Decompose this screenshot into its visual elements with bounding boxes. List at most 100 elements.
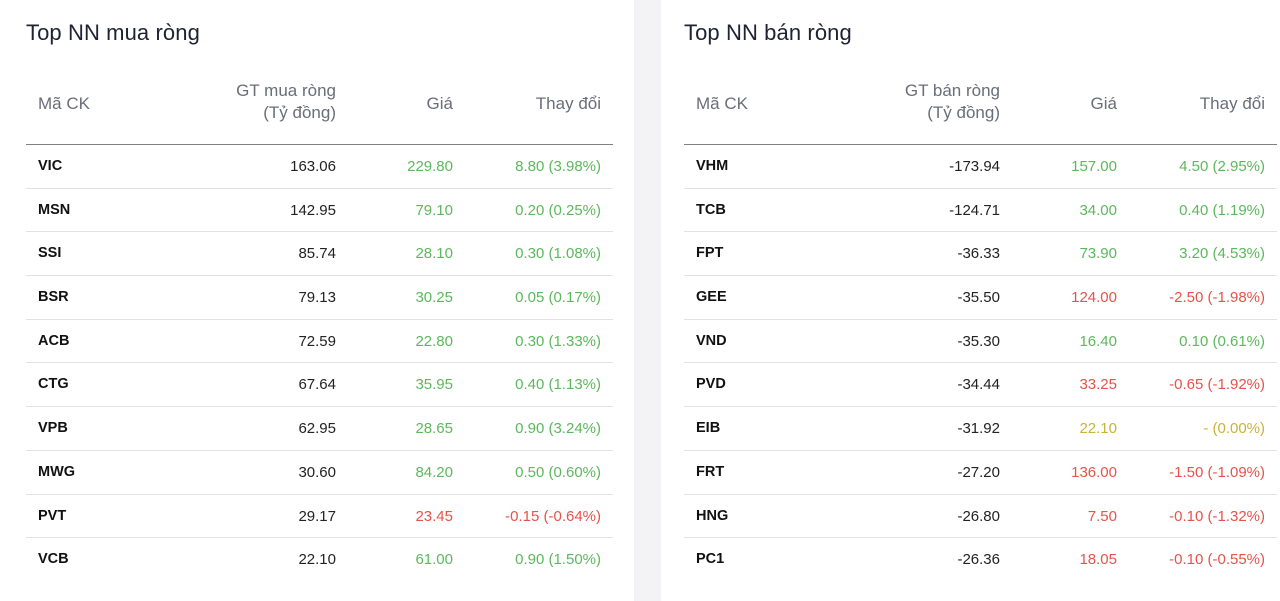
table-row[interactable]: FRT -27.20 136.00 -1.50 (-1.09%) (684, 451, 1277, 495)
price-change: 4.50 (2.95%) (1179, 158, 1265, 175)
stock-code[interactable]: FPT (696, 232, 723, 276)
table-header: Mã CK GT mua ròng (Tỷ đồng) Giá Thay đổi (26, 70, 613, 145)
stock-code[interactable]: MWG (38, 451, 75, 495)
net-value: 29.17 (298, 507, 336, 525)
net-buy-table: Mã CK GT mua ròng (Tỷ đồng) Giá Thay đổi… (26, 70, 613, 582)
net-value: -26.80 (957, 507, 1000, 525)
price-change: 0.50 (0.60%) (515, 463, 601, 481)
stock-code[interactable]: TCB (696, 189, 726, 233)
table-row[interactable]: PC1 -26.36 18.05 -0.10 (-0.55%) (684, 538, 1277, 582)
price: 33.25 (1079, 376, 1117, 394)
column-header-value: GT bán ròng (Tỷ đồng) (905, 80, 1000, 124)
price: 61.00 (415, 551, 453, 569)
price-change: -1.50 (-1.09%) (1169, 463, 1265, 481)
stock-code[interactable]: FRT (696, 451, 724, 495)
table-row[interactable]: SSI 85.74 28.10 0.30 (1.08%) (26, 232, 613, 277)
table-row[interactable]: VPB 62.95 28.65 0.90 (3.24%) (26, 407, 613, 451)
stock-code[interactable]: MSN (38, 189, 70, 233)
net-value: -173.94 (949, 158, 1000, 175)
price-change: 0.30 (1.08%) (515, 245, 601, 263)
net-value: -35.30 (957, 332, 1000, 350)
price: 34.00 (1079, 201, 1117, 219)
column-header-value-line2: (Tỷ đồng) (263, 103, 336, 122)
stock-code[interactable]: GEE (696, 276, 727, 320)
price-change: 0.30 (1.33%) (515, 332, 601, 350)
net-value: 62.95 (298, 420, 336, 438)
price-change: 0.20 (0.25%) (515, 201, 601, 219)
table-row[interactable]: HNG -26.80 7.50 -0.10 (-1.32%) (684, 495, 1277, 539)
price-change: 0.40 (1.13%) (515, 376, 601, 394)
price-change: 0.10 (0.61%) (1179, 332, 1265, 350)
stock-code[interactable]: CTG (38, 363, 69, 407)
price-change: 0.05 (0.17%) (515, 289, 601, 307)
table-row[interactable]: PVD -34.44 33.25 -0.65 (-1.92%) (684, 363, 1277, 408)
price: 79.10 (415, 201, 453, 219)
top-net-sell-panel: Top NN bán ròng Mã CK GT bán ròng (Tỷ đồ… (661, 0, 1280, 601)
top-net-buy-panel: Top NN mua ròng Mã CK GT mua ròng (Tỷ đồ… (0, 0, 634, 601)
column-header-value: GT mua ròng (Tỷ đồng) (236, 80, 336, 124)
stock-code[interactable]: SSI (38, 232, 61, 276)
table-row[interactable]: VCB 22.10 61.00 0.90 (1.50%) (26, 538, 613, 582)
column-header-change: Thay đổi (1199, 94, 1265, 113)
table-row[interactable]: VND -35.30 16.40 0.10 (0.61%) (684, 320, 1277, 364)
table-row[interactable]: ACB 72.59 22.80 0.30 (1.33%) (26, 320, 613, 364)
column-header-value-line2: (Tỷ đồng) (927, 103, 1000, 122)
table-row[interactable]: EIB -31.92 22.10 - (0.00%) (684, 407, 1277, 451)
stock-code[interactable]: VHM (696, 145, 728, 189)
price: 28.10 (415, 245, 453, 263)
net-value: 67.64 (298, 376, 336, 394)
table-row[interactable]: PVT 29.17 23.45 -0.15 (-0.64%) (26, 495, 613, 539)
net-value: 79.13 (298, 289, 336, 307)
table-row[interactable]: CTG 67.64 35.95 0.40 (1.13%) (26, 363, 613, 408)
stock-code[interactable]: PC1 (696, 538, 724, 582)
stock-code[interactable]: VND (696, 320, 727, 364)
price-change: 0.40 (1.19%) (1179, 201, 1265, 219)
stock-code[interactable]: EIB (696, 407, 720, 451)
table-row[interactable]: VIC 163.06 229.80 8.80 (3.98%) (26, 145, 613, 189)
price-change: 8.80 (3.98%) (515, 158, 601, 175)
price: 84.20 (415, 463, 453, 481)
price: 136.00 (1071, 463, 1117, 481)
stock-code[interactable]: BSR (38, 276, 69, 320)
stock-code[interactable]: HNG (696, 495, 728, 539)
panel-title: Top NN mua ròng (26, 20, 200, 45)
price: 73.90 (1079, 245, 1117, 263)
net-value: -26.36 (957, 551, 1000, 569)
price: 157.00 (1071, 158, 1117, 175)
table-body: VIC 163.06 229.80 8.80 (3.98%) MSN 142.95 79.1… (26, 145, 613, 582)
price: 18.05 (1079, 551, 1117, 569)
net-value: -34.44 (957, 376, 1000, 394)
price-change: -0.10 (-1.32%) (1169, 507, 1265, 525)
price-change: -2.50 (-1.98%) (1169, 289, 1265, 307)
price: 23.45 (415, 507, 453, 525)
table-row[interactable]: MSN 142.95 79.10 0.20 (0.25%) (26, 189, 613, 233)
price: 22.10 (1079, 420, 1117, 438)
stock-code[interactable]: VPB (38, 407, 68, 451)
table-row[interactable]: FPT -36.33 73.90 3.20 (4.53%) (684, 232, 1277, 277)
column-header-code: Mã CK (696, 94, 748, 113)
price-change: -0.10 (-0.55%) (1169, 551, 1265, 569)
stock-code[interactable]: VCB (38, 538, 69, 582)
net-value: -124.71 (949, 201, 1000, 219)
column-header-value-line1: GT bán ròng (904, 81, 1000, 100)
table-row[interactable]: TCB -124.71 34.00 0.40 (1.19%) (684, 189, 1277, 233)
stock-code[interactable]: PVD (696, 363, 726, 407)
column-header-change: Thay đổi (535, 94, 601, 113)
price-change: - (0.00%) (1203, 420, 1265, 438)
table-row[interactable]: MWG 30.60 84.20 0.50 (0.60%) (26, 451, 613, 495)
price-change: 3.20 (4.53%) (1179, 245, 1265, 263)
table-row[interactable]: BSR 79.13 30.25 0.05 (0.17%) (26, 276, 613, 320)
price: 7.50 (1087, 507, 1117, 525)
stock-code[interactable]: ACB (38, 320, 69, 364)
net-value: 142.95 (290, 201, 336, 219)
stock-code[interactable]: VIC (38, 145, 62, 189)
column-header-code: Mã CK (38, 94, 90, 113)
table-row[interactable]: GEE -35.50 124.00 -2.50 (-1.98%) (684, 276, 1277, 320)
column-header-value-line1: GT mua ròng (236, 81, 336, 100)
net-value: 85.74 (298, 245, 336, 263)
table-row[interactable]: VHM -173.94 157.00 4.50 (2.95%) (684, 145, 1277, 189)
net-value: -35.50 (957, 289, 1000, 307)
stock-code[interactable]: PVT (38, 495, 66, 539)
net-value: 22.10 (298, 551, 336, 569)
price: 16.40 (1079, 332, 1117, 350)
